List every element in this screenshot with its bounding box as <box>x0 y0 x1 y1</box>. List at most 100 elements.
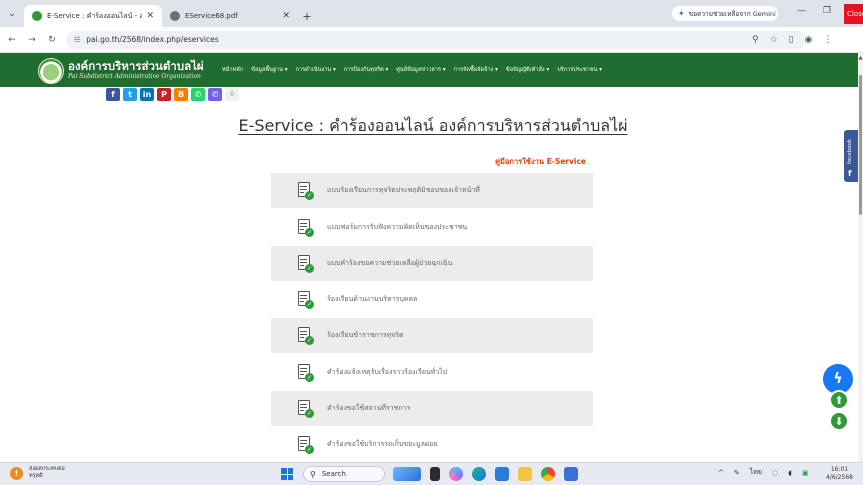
service-label: คำร้องแจ้งเหตุรับเรื่องราวร้องเรียนทั่วไ… <box>327 367 448 376</box>
restore-icon[interactable]: ❐ <box>823 6 831 16</box>
share-count: 0 <box>225 88 239 101</box>
service-label: ร้องเรียนข้าราชการทุจริต <box>327 331 404 339</box>
search-icon: ⚲ <box>310 469 316 479</box>
tray-pen-icon[interactable]: ✎ <box>734 469 740 477</box>
profile-icon[interactable]: ◉ <box>805 35 813 45</box>
tray-app-icon[interactable]: ▣ <box>802 469 809 477</box>
service-item[interactable]: ✓ แบบร้องเรียนการทุจริตประพฤติมิชอบของเจ้… <box>271 173 593 208</box>
copilot-icon[interactable] <box>449 467 463 481</box>
weather-widget[interactable]: ! ส่งผลกระทบต่อ ทรุดดี <box>10 466 65 480</box>
menu-kebab-icon[interactable]: ⋮ <box>823 35 832 45</box>
service-item[interactable]: ✓ ร้องเรียนข้าราชการทุจริต <box>271 318 593 353</box>
page-title-text: E-Service : คำร้องออนไลน์ องค์การบริหารส… <box>238 116 628 135</box>
scroll-up-arrow-icon[interactable]: ▲ <box>858 55 863 61</box>
viber-icon[interactable]: ✆ <box>208 88 222 101</box>
volume-icon[interactable]: ◖ <box>788 469 792 477</box>
service-item[interactable]: ✓ คำร้องขอใช้บริการรถเก็บขยะมูลฝอย <box>271 427 593 462</box>
nav-home[interactable]: หน้าหลัก <box>222 66 243 74</box>
document-check-icon: ✓ <box>298 182 314 200</box>
weather-alert-icon: ! <box>10 466 23 480</box>
tray-chevron-up-icon[interactable]: ^ <box>718 469 724 477</box>
document-check-icon: ✓ <box>298 218 314 237</box>
gemini-label: ขอความช่วยเหลือจาก Gemini <box>688 9 776 18</box>
zoom-icon[interactable]: ⚲ <box>752 35 759 45</box>
url-text: pai.go.th/2568/index.php/eservices <box>86 35 219 44</box>
scroll-to-bottom-icon[interactable]: ⬇ <box>829 411 849 431</box>
nav-ordinances[interactable]: ข้อบัญญัติ/คำสั่ง ▾ <box>506 66 549 74</box>
input-method[interactable]: ไทย <box>750 467 762 478</box>
document-check-icon: ✓ <box>298 254 314 273</box>
nav-info-center[interactable]: ศูนย์ข้อมูลข่าวสาร ▾ <box>396 66 445 74</box>
nav-procurement[interactable]: การจัดซื้อจัดจ้าง ▾ <box>454 66 498 74</box>
window-close-button[interactable]: Close <box>844 4 863 24</box>
service-item[interactable]: ✓ คำร้องขอใช้สถานที่ราชการ <box>271 390 593 426</box>
service-label: แบบคำร้องขอความช่วยเหลือผู้ป่วยฉุกเฉิน <box>327 258 453 267</box>
clock-date: 4/6/2568 <box>826 474 853 481</box>
service-item[interactable]: ✓ แบบคำร้องขอความช่วยเหลือผู้ป่วยฉุกเฉิน <box>271 245 593 281</box>
new-tab-button[interactable]: + <box>298 5 316 27</box>
taskbar-search-input[interactable]: ⚲ Search <box>303 466 385 482</box>
globe-icon <box>170 11 180 21</box>
facebook-side-label: facebook <box>847 138 853 164</box>
blogger-icon[interactable]: B <box>174 88 188 101</box>
eservice-manual-link[interactable]: คู่มือการใช้งาน E-Service <box>478 156 586 168</box>
service-label: ร้องเรียนด้านงานบริหารบุคคล <box>327 295 418 303</box>
nav-basic-info[interactable]: ข้อมูลพื้นฐาน ▾ <box>251 66 287 74</box>
gemini-star-icon: ✦ <box>678 9 685 18</box>
url-input[interactable]: ☷ pai.go.th/2568/index.php/eservices <box>66 30 806 49</box>
windows-start-icon[interactable] <box>281 468 293 480</box>
edge-icon[interactable] <box>472 467 486 481</box>
nav-operations[interactable]: การดำเนินงาน ▾ <box>296 66 336 74</box>
tab-eservice[interactable]: E-Service : คำร้องออนไลน์ - องค์กา ✕ <box>24 5 162 27</box>
task-view-icon[interactable] <box>430 467 440 481</box>
taskbar-apps <box>393 467 578 481</box>
nav-public-services[interactable]: บริการประชาชน ▾ <box>557 66 602 74</box>
tab-title: E-Service : คำร้องออนไลน์ - องค์กา <box>47 11 143 20</box>
taskbar-clock[interactable]: 16:01 4/6/2568 <box>826 466 853 482</box>
document-check-icon: ✓ <box>298 399 314 418</box>
whatsapp-icon[interactable]: ✆ <box>191 88 205 101</box>
service-item[interactable]: ✓ แบบฟอร์มการรับฟังความคิดเห็นของประชาชน <box>271 210 593 245</box>
linkedin-icon[interactable]: in <box>140 88 154 101</box>
sidebar-icon[interactable]: ▯ <box>789 35 794 45</box>
reload-icon[interactable]: ↻ <box>44 35 60 45</box>
twitter-icon[interactable]: t <box>123 88 137 101</box>
back-arrow-icon[interactable]: ← <box>4 35 20 45</box>
windows-taskbar: ! ส่งผลกระทบต่อ ทรุดดี ⚲ Search ^ ✎ ไทย … <box>0 462 863 485</box>
widgets-icon[interactable] <box>393 467 421 481</box>
tab-close-icon[interactable]: ✕ <box>146 11 154 21</box>
org-name-en: Pai Subdistrict Administrative Organizat… <box>68 73 201 80</box>
facebook-icon[interactable]: f <box>106 88 120 101</box>
forward-arrow-icon[interactable]: → <box>24 35 40 45</box>
gemini-button[interactable]: ✦ ขอความช่วยเหลือจาก Gemini <box>672 6 778 21</box>
minimize-icon[interactable]: — <box>797 6 806 16</box>
address-bar: ← → ↻ ☷ pai.go.th/2568/index.php/eservic… <box>0 27 863 53</box>
service-label: แบบร้องเรียนการทุจริตประพฤติมิชอบของเจ้า… <box>327 186 480 194</box>
teams-icon[interactable] <box>564 467 578 481</box>
scroll-to-top-icon[interactable]: ⬆ <box>829 390 849 410</box>
document-check-icon: ✓ <box>298 435 314 454</box>
pinterest-icon[interactable]: P <box>157 88 171 101</box>
site-favicon-icon <box>32 11 42 21</box>
page-title: E-Service : คำร้องออนไลน์ องค์การบริหารส… <box>0 114 858 139</box>
site-info-icon[interactable]: ☷ <box>74 36 80 44</box>
service-item[interactable]: ✓ คำร้องแจ้งเหตุรับเรื่องราวร้องเรียนทั่ว… <box>271 355 593 390</box>
service-label: คำร้องขอใช้บริการรถเก็บขยะมูลฝอย <box>327 439 438 448</box>
taskbar-search-placeholder: Search <box>321 470 346 478</box>
facebook-icon: f <box>848 169 852 178</box>
file-explorer-icon[interactable] <box>518 467 532 481</box>
tab-search-chevron-icon[interactable]: ⌄ <box>0 0 24 27</box>
store-icon[interactable] <box>495 467 509 481</box>
wifi-icon[interactable]: ◌ <box>772 469 778 477</box>
service-list: ✓ แบบร้องเรียนการทุจริตประพฤติมิชอบของเจ้… <box>271 173 593 462</box>
nav-anti-corruption[interactable]: การป้องกันทุจริต ▾ <box>344 66 389 74</box>
chrome-icon[interactable] <box>541 467 555 481</box>
scrollbar-thumb[interactable] <box>859 75 862 215</box>
tab-close-icon[interactable]: ✕ <box>282 11 290 21</box>
org-logo[interactable] <box>38 58 64 84</box>
service-item[interactable]: ✓ ร้องเรียนด้านงานบริหารบุคคล <box>271 282 593 317</box>
page-scrollbar[interactable] <box>858 53 863 462</box>
bookmark-star-icon[interactable]: ☆ <box>770 35 778 45</box>
facebook-side-tab[interactable]: facebook f <box>844 130 858 182</box>
tab-pdf[interactable]: EService68.pdf ✕ <box>162 5 298 27</box>
